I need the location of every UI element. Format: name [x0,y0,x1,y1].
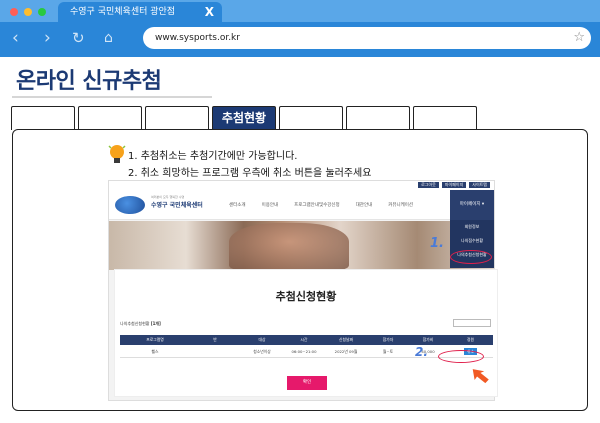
tab-empty-3[interactable] [145,106,209,130]
tab-empty-2[interactable] [78,106,142,130]
site-mypage-button[interactable]: 마이페이지 ▾ [450,190,494,220]
bookmark-star-icon[interactable]: ☆ [573,27,585,49]
panel-side-button[interactable] [453,319,491,327]
site-logo-tagline: 여러분이 모두 행복한 수영 [151,195,185,199]
sitemap-link[interactable]: 사이트맵 [469,182,490,188]
list-label: 나의추첨신청현황 [1개] [120,321,161,326]
window-controls [10,8,46,16]
highlight-circle-menu [450,250,492,264]
cell-time: 06:00~21:00 [291,349,317,354]
tab-lottery-status[interactable]: 추첨현황 [212,106,276,130]
step-1-marker: 1. [430,236,444,251]
cell-target: 청소년이상 [253,349,271,354]
browser-tab[interactable]: 수영구 국민체육센터 광안점 X [58,2,222,22]
header-participants: 참가자 [382,337,394,342]
cell-program: 헬스 [151,349,159,354]
cell-class [190,345,240,357]
tab-empty-1[interactable] [11,106,75,130]
url-text: www.sysports.or.kr [155,33,240,43]
mypage-link[interactable]: 마이페이지 [441,182,467,188]
gnb-item-community[interactable]: 커뮤니케이션 [388,202,413,208]
list-count: [1개] [150,321,161,326]
confirm-button[interactable]: 확인 [287,376,327,390]
maximize-window-button[interactable] [38,8,46,16]
header-class: 반 [213,337,217,342]
gnb-item-program[interactable]: 프로그램안내및수강신청 [294,202,340,208]
gnb-item-guide[interactable]: 이용안내 [262,202,279,208]
site-logo-name: 수영구 국민체육센터 [151,202,203,209]
reload-icon[interactable]: ↻ [72,28,85,48]
header-time: 시간 [300,337,308,342]
instruction-2: 2. 취소 희망하는 프로그램 우측에 취소 버튼을 눌러주세요 [128,168,372,179]
tab-empty-6[interactable] [346,106,410,130]
hero-figure [229,223,349,270]
step-2-marker: 2. [415,345,428,359]
tab-close-icon[interactable]: X [205,2,214,22]
header-date: 신청날짜 [339,337,353,342]
browser-navbar: ‹ › ↻ ⌂ www.sysports.or.kr ☆ [0,22,600,57]
header-fee: 참가비 [422,337,434,342]
cell-date: 2022년 09월 [334,349,358,354]
close-window-button[interactable] [10,8,18,16]
lightbulb-icon [108,145,126,163]
site-header: 여러분이 모두 행복한 수영 수영구 국민체육센터 센터소개 이용안내 프로그램… [109,190,494,220]
header-capacity: 정원 [467,337,474,342]
address-bar[interactable]: www.sysports.or.kr ☆ [143,27,591,49]
pointer-arrow-icon [472,369,489,384]
dropdown-my-registrations[interactable]: 나의접수현황 [450,234,494,248]
logout-link[interactable]: 로그아웃 [418,182,439,188]
title-divider [12,96,212,98]
cell-days: 월~토 [382,349,394,354]
lottery-table: 프로그램명 반 대상 시간 신청날짜 참가자 참가비 정원 헬스 청소년이상 0… [120,335,493,358]
header-program: 프로그램명 [146,337,164,342]
gnb-item-center[interactable]: 센터소개 [229,202,246,208]
forward-arrow-icon[interactable]: › [44,28,51,48]
panel-title: 추첨신청현황 [275,290,337,303]
site-topbar: 로그아웃 마이페이지 사이트맵 [109,181,494,190]
back-arrow-icon[interactable]: ‹ [12,28,19,48]
tab-empty-7[interactable] [413,106,477,130]
highlight-circle-cancel [438,350,484,363]
site-gnb: 센터소개 이용안내 프로그램안내및수강신청 대관안내 커뮤니케이션 [229,202,413,208]
tab-empty-5[interactable] [279,106,343,130]
instruction-1: 1. 추첨취소는 추첨기간에만 가능합니다. [128,151,298,162]
site-logo-icon [115,196,145,214]
header-target: 대상 [258,337,266,342]
browser-tab-title: 수영구 국민체육센터 광안점 [70,7,176,17]
page-title: 온라인 신규추첨 [16,69,162,94]
home-icon[interactable]: ⌂ [104,28,113,48]
browser-window-chrome: 수영구 국민체육센터 광안점 X ‹ › ↻ ⌂ www.sysports.or… [0,0,600,57]
minimize-window-button[interactable] [24,8,32,16]
table-header-row: 프로그램명 반 대상 시간 신청날짜 참가자 참가비 정원 [120,335,493,345]
dropdown-member-info[interactable]: 회원정보 [450,220,494,234]
gnb-item-rental[interactable]: 대관안내 [356,202,373,208]
